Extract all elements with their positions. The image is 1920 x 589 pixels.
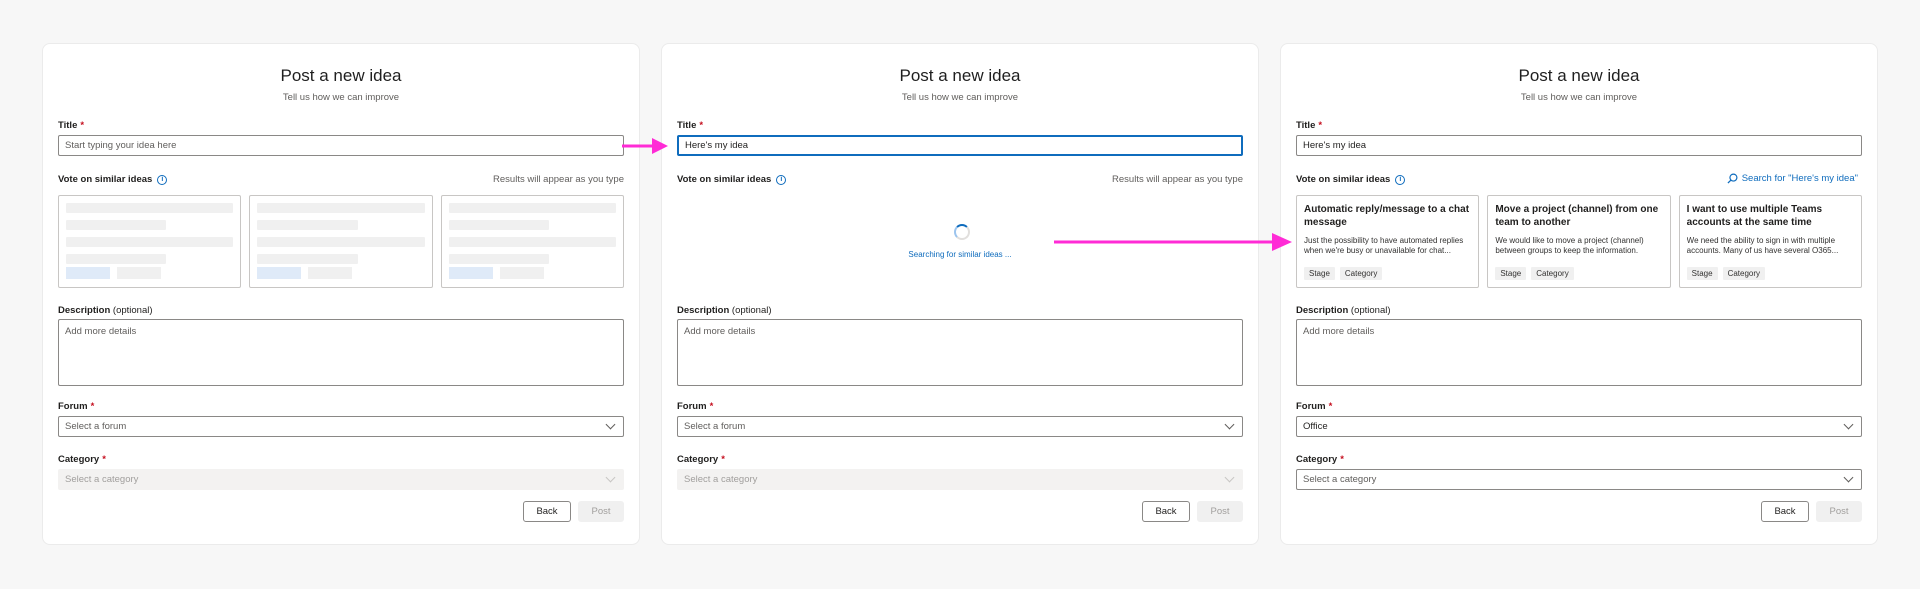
idea-form-empty: Post a new idea Tell us how we can impro… [42,43,640,545]
idea-card[interactable]: I want to use multiple Teams accounts at… [1678,195,1862,288]
idea-card-title: I want to use multiple Teams accounts at… [1686,204,1823,228]
stage-tag: Stage [1686,267,1718,280]
category-label: Category * [1296,454,1344,465]
description-label: Description (optional) [1296,305,1391,316]
idea-form-searching: Post a new idea Tell us how we can impro… [661,43,1259,545]
title-input[interactable]: Here's my idea [677,135,1243,156]
category-tag: Category [1531,267,1574,280]
category-select[interactable]: Select a category [1296,469,1862,490]
arrow-icon [1054,233,1292,251]
vote-label: Vote on similar ideas i [58,174,168,185]
back-button[interactable]: Back [1142,501,1190,522]
description-textarea[interactable]: Add more details [58,319,624,386]
search-icon [1727,173,1738,184]
skeleton-card [249,195,433,288]
vote-label: Vote on similar ideas i [1296,174,1406,185]
form-title: Post a new idea [1518,66,1640,85]
search-link[interactable]: Search for "Here's my idea" [1727,173,1858,184]
back-button[interactable]: Back [523,501,571,522]
idea-card-body: We would like to move a project (channel… [1495,236,1644,255]
idea-card-title: Automatic reply/message to a chat messag… [1304,204,1470,228]
vote-label: Vote on similar ideas i [677,174,787,185]
idea-card-body: Just the possibility to have automated r… [1304,236,1464,255]
title-input[interactable]: Here's my idea [1296,135,1862,156]
title-input[interactable]: Start typing your idea here [58,135,624,156]
info-icon[interactable]: i [776,174,787,185]
category-select: Select a category [677,469,1243,490]
vote-hint: Results will appear as you type [1112,174,1243,185]
forum-select[interactable]: Select a forum [58,416,624,437]
vote-hint: Results will appear as you type [493,174,624,185]
idea-card[interactable]: Automatic reply/message to a chat messag… [1296,195,1480,288]
category-tag: Category [1339,267,1383,280]
forum-select[interactable]: Office [1296,416,1862,437]
form-subtitle: Tell us how we can improve [282,92,400,103]
post-button: Post [578,501,624,522]
stage-tag: Stage [1304,267,1335,280]
description-textarea[interactable]: Add more details [677,319,1243,386]
idea-card-title: Move a project (channel) from one team t… [1495,204,1659,228]
form-title: Post a new idea [899,66,1021,85]
info-icon[interactable]: i [1395,174,1406,185]
title-label: Title * [677,120,704,131]
idea-card-body: We need the ability to sign in with mult… [1686,236,1839,255]
stage-tag: Stage [1495,267,1527,280]
skeleton-card [440,195,624,288]
skeleton-card [58,195,242,288]
chevron-down-icon [1843,419,1854,430]
forum-label: Forum * [1296,401,1333,412]
chevron-down-icon [605,419,616,430]
spinner-icon [954,224,970,240]
forum-select[interactable]: Select a forum [677,416,1243,437]
category-label: Category * [677,454,725,465]
form-subtitle: Tell us how we can improve [901,92,1019,103]
post-button: Post [1816,501,1862,522]
chevron-down-icon [1224,419,1235,430]
forum-label: Forum * [677,401,714,412]
idea-card[interactable]: Move a project (channel) from one team t… [1487,195,1671,288]
category-tag: Category [1722,267,1766,280]
form-subtitle: Tell us how we can improve [1520,92,1638,103]
description-label: Description (optional) [58,305,153,316]
title-label: Title * [58,120,85,131]
category-label: Category * [58,454,106,465]
post-button: Post [1197,501,1243,522]
similar-ideas-skeleton [58,195,624,288]
idea-form-results: Post a new idea Tell us how we can impro… [1280,43,1878,545]
arrow-icon [622,138,668,154]
description-textarea[interactable]: Add more details [1296,319,1862,386]
chevron-down-icon [1843,472,1854,483]
chevron-down-icon [605,472,616,483]
back-button[interactable]: Back [1761,501,1809,522]
description-label: Description (optional) [677,305,772,316]
chevron-down-icon [1224,472,1235,483]
similar-ideas-list: Automatic reply/message to a chat messag… [1296,195,1862,288]
title-label: Title * [1296,120,1323,131]
info-icon[interactable]: i [157,174,168,185]
forum-label: Forum * [58,401,95,412]
form-title: Post a new idea [280,66,402,85]
category-select: Select a category [58,469,624,490]
